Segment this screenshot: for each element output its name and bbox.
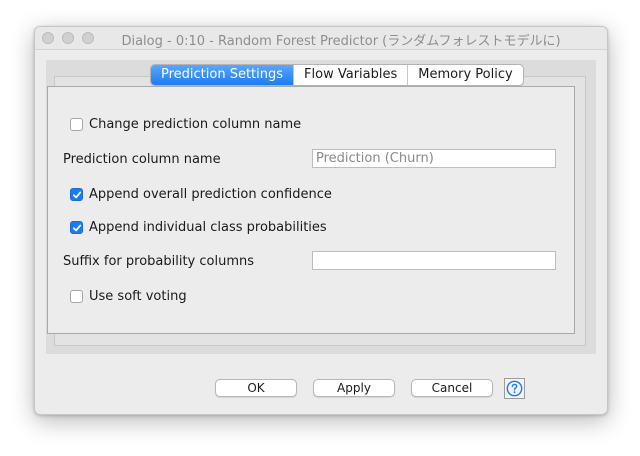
append-class-probs-row[interactable]: Append individual class probabilities: [70, 220, 327, 235]
ok-button[interactable]: OK: [215, 379, 297, 397]
soft-voting-checkbox[interactable]: [70, 290, 83, 303]
append-class-probs-label: Append individual class probabilities: [89, 220, 327, 235]
tab-flow-variables[interactable]: Flow Variables: [293, 65, 407, 85]
append-confidence-row[interactable]: Append overall prediction confidence: [70, 187, 332, 202]
help-button[interactable]: [504, 378, 525, 399]
tab-bar: Prediction Settings Flow Variables Memor…: [150, 64, 524, 86]
change-column-name-row[interactable]: Change prediction column name: [70, 117, 301, 132]
title-bar[interactable]: Dialog - 0:10 - Random Forest Predictor …: [35, 27, 607, 50]
suffix-label-row: Suffix for probability columns: [63, 254, 254, 269]
window-title: Dialog - 0:10 - Random Forest Predictor …: [121, 34, 561, 49]
cancel-button[interactable]: Cancel: [411, 379, 493, 397]
checkmark-icon: [72, 224, 81, 231]
append-confidence-label: Append overall prediction confidence: [89, 187, 332, 202]
soft-voting-label: Use soft voting: [89, 289, 187, 304]
question-circle-icon: [506, 380, 523, 397]
tab-prediction-settings[interactable]: Prediction Settings: [151, 65, 294, 85]
suffix-input[interactable]: [312, 251, 556, 270]
prediction-settings-panel: Change prediction column name Prediction…: [47, 86, 575, 334]
prediction-column-label: Prediction column name: [63, 152, 221, 167]
prediction-column-input[interactable]: Prediction (Churn): [312, 149, 556, 168]
checkmark-icon: [72, 191, 81, 198]
tab-memory-policy[interactable]: Memory Policy: [407, 65, 522, 85]
dialog-window: Dialog - 0:10 - Random Forest Predictor …: [34, 26, 608, 415]
suffix-label: Suffix for probability columns: [63, 254, 255, 269]
append-confidence-checkbox[interactable]: [70, 188, 83, 201]
soft-voting-row[interactable]: Use soft voting: [70, 289, 187, 304]
change-column-name-checkbox[interactable]: [70, 118, 83, 131]
apply-button[interactable]: Apply: [313, 379, 395, 397]
prediction-column-label-row: Prediction column name: [63, 152, 221, 167]
append-class-probs-checkbox[interactable]: [70, 221, 83, 234]
change-column-name-label: Change prediction column name: [89, 117, 302, 132]
